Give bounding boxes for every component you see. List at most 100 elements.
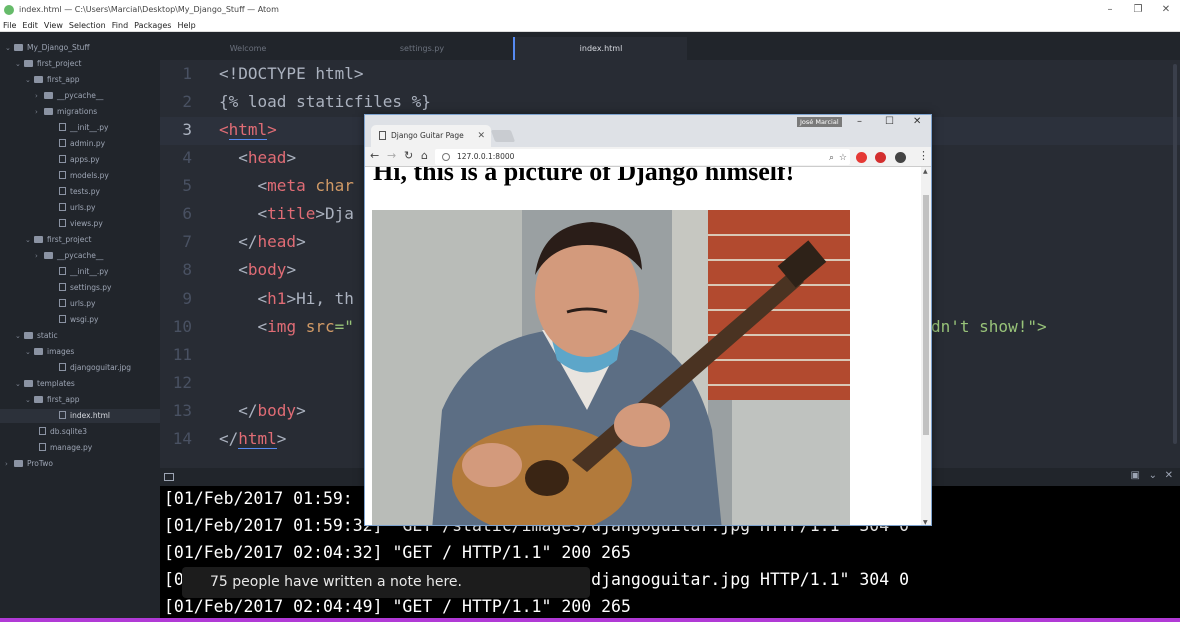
- tree-folder[interactable]: › ProTwo: [5, 457, 53, 471]
- tree-file[interactable]: tests.py: [59, 185, 100, 199]
- terminal-maximize-icon[interactable]: ▣: [1131, 470, 1140, 481]
- window-title-bar: index.html — C:\Users\Marcial\Desktop\My…: [0, 0, 1180, 19]
- file-icon: [59, 283, 66, 291]
- browser-close-button[interactable]: ✕: [913, 116, 921, 127]
- tree-folder[interactable]: ⌄ templates: [15, 377, 75, 391]
- chevron-down-icon[interactable]: ⌄: [25, 73, 34, 87]
- chevron-right-icon[interactable]: ›: [35, 249, 44, 263]
- tree-folder[interactable]: ⌄ first_app: [25, 393, 80, 407]
- scrollbar-thumb[interactable]: [923, 195, 929, 435]
- chevron-right-icon[interactable]: ›: [5, 457, 14, 471]
- menu-selection[interactable]: Selection: [66, 21, 109, 30]
- menu-find[interactable]: Find: [109, 21, 131, 30]
- menu-view[interactable]: View: [41, 21, 66, 30]
- tree-file[interactable]: index.html: [0, 409, 160, 423]
- chevron-right-icon[interactable]: ›: [35, 105, 44, 119]
- line-number: 7: [182, 232, 192, 251]
- tree-file[interactable]: urls.py: [59, 297, 95, 311]
- chevron-right-icon[interactable]: ›: [35, 89, 44, 103]
- browser-minimize-button[interactable]: –: [857, 116, 862, 127]
- file-icon: [59, 203, 66, 211]
- forward-arrow-icon[interactable]: →: [387, 149, 396, 162]
- minimize-button[interactable]: –: [1096, 0, 1124, 19]
- tab-welcome[interactable]: Welcome: [170, 37, 326, 60]
- code-text: </: [238, 401, 258, 420]
- bookmark-star-icon[interactable]: ☆: [839, 150, 847, 166]
- tree-folder[interactable]: ⌄ first_project: [15, 57, 81, 71]
- tree-file[interactable]: admin.py: [59, 137, 105, 151]
- tree-file[interactable]: djangoguitar.jpg: [59, 361, 131, 375]
- code-line-4: <head>: [219, 148, 296, 167]
- tree-file[interactable]: wsgi.py: [59, 313, 98, 327]
- menu-edit[interactable]: Edit: [19, 21, 41, 30]
- code-text: >: [276, 429, 287, 448]
- code-tag: meta: [267, 176, 306, 195]
- tree-file[interactable]: __init__.py: [59, 121, 108, 135]
- zoom-icon[interactable]: ⌕: [829, 150, 834, 166]
- tree-folder[interactable]: ⌄ first_app: [25, 73, 80, 87]
- line-number: 14: [172, 429, 192, 448]
- maximize-button[interactable]: ❐: [1124, 0, 1152, 19]
- site-info-icon[interactable]: [442, 153, 450, 161]
- browser-menu-icon[interactable]: ⋮: [918, 149, 929, 162]
- page-heading: Hi, this is a picture of Django himself!: [373, 167, 795, 186]
- menu-packages[interactable]: Packages: [131, 21, 174, 30]
- terminal-collapse-icon[interactable]: ⌄: [1149, 470, 1157, 481]
- folder-icon: [34, 396, 43, 403]
- browser-scrollbar[interactable]: ▲ ▼: [921, 167, 931, 525]
- address-bar[interactable]: 127.0.0.1:8000 ⌕ ☆: [435, 149, 850, 165]
- chevron-down-icon[interactable]: ⌄: [15, 377, 24, 391]
- tree-file[interactable]: settings.py: [59, 281, 112, 295]
- menu-file[interactable]: File: [0, 21, 19, 30]
- tree-item-label: images: [47, 347, 75, 356]
- back-arrow-icon[interactable]: ←: [370, 149, 379, 162]
- tree-folder[interactable]: ⌄ static: [15, 329, 58, 343]
- tree-file[interactable]: views.py: [59, 217, 103, 231]
- tree-view: ⌄ My_Django_Stuff ⌄ first_project ⌄ first_app…: [0, 32, 160, 622]
- tree-folder[interactable]: › __pycache__: [35, 249, 103, 263]
- menu-help[interactable]: Help: [174, 21, 198, 30]
- tree-file[interactable]: models.py: [59, 169, 109, 183]
- tree-item-label: __init__.py: [70, 123, 109, 132]
- tree-folder[interactable]: ⌄ first_project: [25, 233, 91, 247]
- tree-folder[interactable]: › migrations: [35, 105, 97, 119]
- editor-scrollbar[interactable]: [1173, 64, 1177, 444]
- tree-item-label: wsgi.py: [70, 315, 99, 324]
- chevron-down-icon[interactable]: ⌄: [5, 41, 14, 55]
- tree-file[interactable]: db.sqlite3: [39, 425, 87, 439]
- tree-file[interactable]: urls.py: [59, 201, 95, 215]
- home-icon[interactable]: ⌂: [421, 149, 428, 162]
- tree-folder[interactable]: ⌄ images: [25, 345, 74, 359]
- line-number: 13: [172, 401, 192, 420]
- tree-item-label: __pycache__: [57, 251, 104, 260]
- chevron-down-icon[interactable]: ⌄: [25, 393, 34, 407]
- tab-close-icon[interactable]: ✕: [477, 125, 485, 147]
- reload-icon[interactable]: ↻: [404, 149, 413, 162]
- tree-file[interactable]: manage.py: [39, 441, 92, 455]
- adblock-extension-icon[interactable]: [875, 152, 886, 163]
- new-tab-button[interactable]: [490, 130, 516, 142]
- dark-mode-extension-icon[interactable]: [895, 152, 906, 163]
- chevron-down-icon[interactable]: ⌄: [15, 329, 24, 343]
- tree-folder[interactable]: ⌄ My_Django_Stuff: [5, 41, 90, 55]
- chevron-down-icon[interactable]: ⌄: [25, 233, 34, 247]
- folder-icon: [34, 236, 43, 243]
- tree-folder[interactable]: › __pycache__: [35, 89, 103, 103]
- close-button[interactable]: ✕: [1152, 0, 1180, 19]
- tab-settings-py[interactable]: settings.py: [337, 37, 507, 60]
- chevron-down-icon[interactable]: ⌄: [15, 57, 24, 71]
- user-profile-badge[interactable]: José Marcial: [797, 117, 842, 127]
- tree-file[interactable]: __init__.py: [59, 265, 108, 279]
- terminal-close-icon[interactable]: ✕: [1165, 470, 1173, 481]
- notes-notification[interactable]: 75 people have written a note here.: [182, 567, 590, 598]
- browser-tab[interactable]: Django Guitar Page ✕: [371, 125, 491, 147]
- browser-viewport[interactable]: Hi, this is a picture of Django himself!: [365, 167, 931, 525]
- chevron-down-icon[interactable]: ⌄: [25, 345, 34, 359]
- scroll-up-arrow-icon[interactable]: ▲: [923, 168, 928, 175]
- opera-extension-icon[interactable]: [856, 152, 867, 163]
- tree-file[interactable]: apps.py: [59, 153, 100, 167]
- browser-maximize-button[interactable]: ☐: [885, 116, 894, 127]
- scroll-down-arrow-icon[interactable]: ▼: [923, 519, 928, 525]
- tab-index-html[interactable]: index.html: [513, 37, 687, 60]
- file-icon: [59, 171, 66, 179]
